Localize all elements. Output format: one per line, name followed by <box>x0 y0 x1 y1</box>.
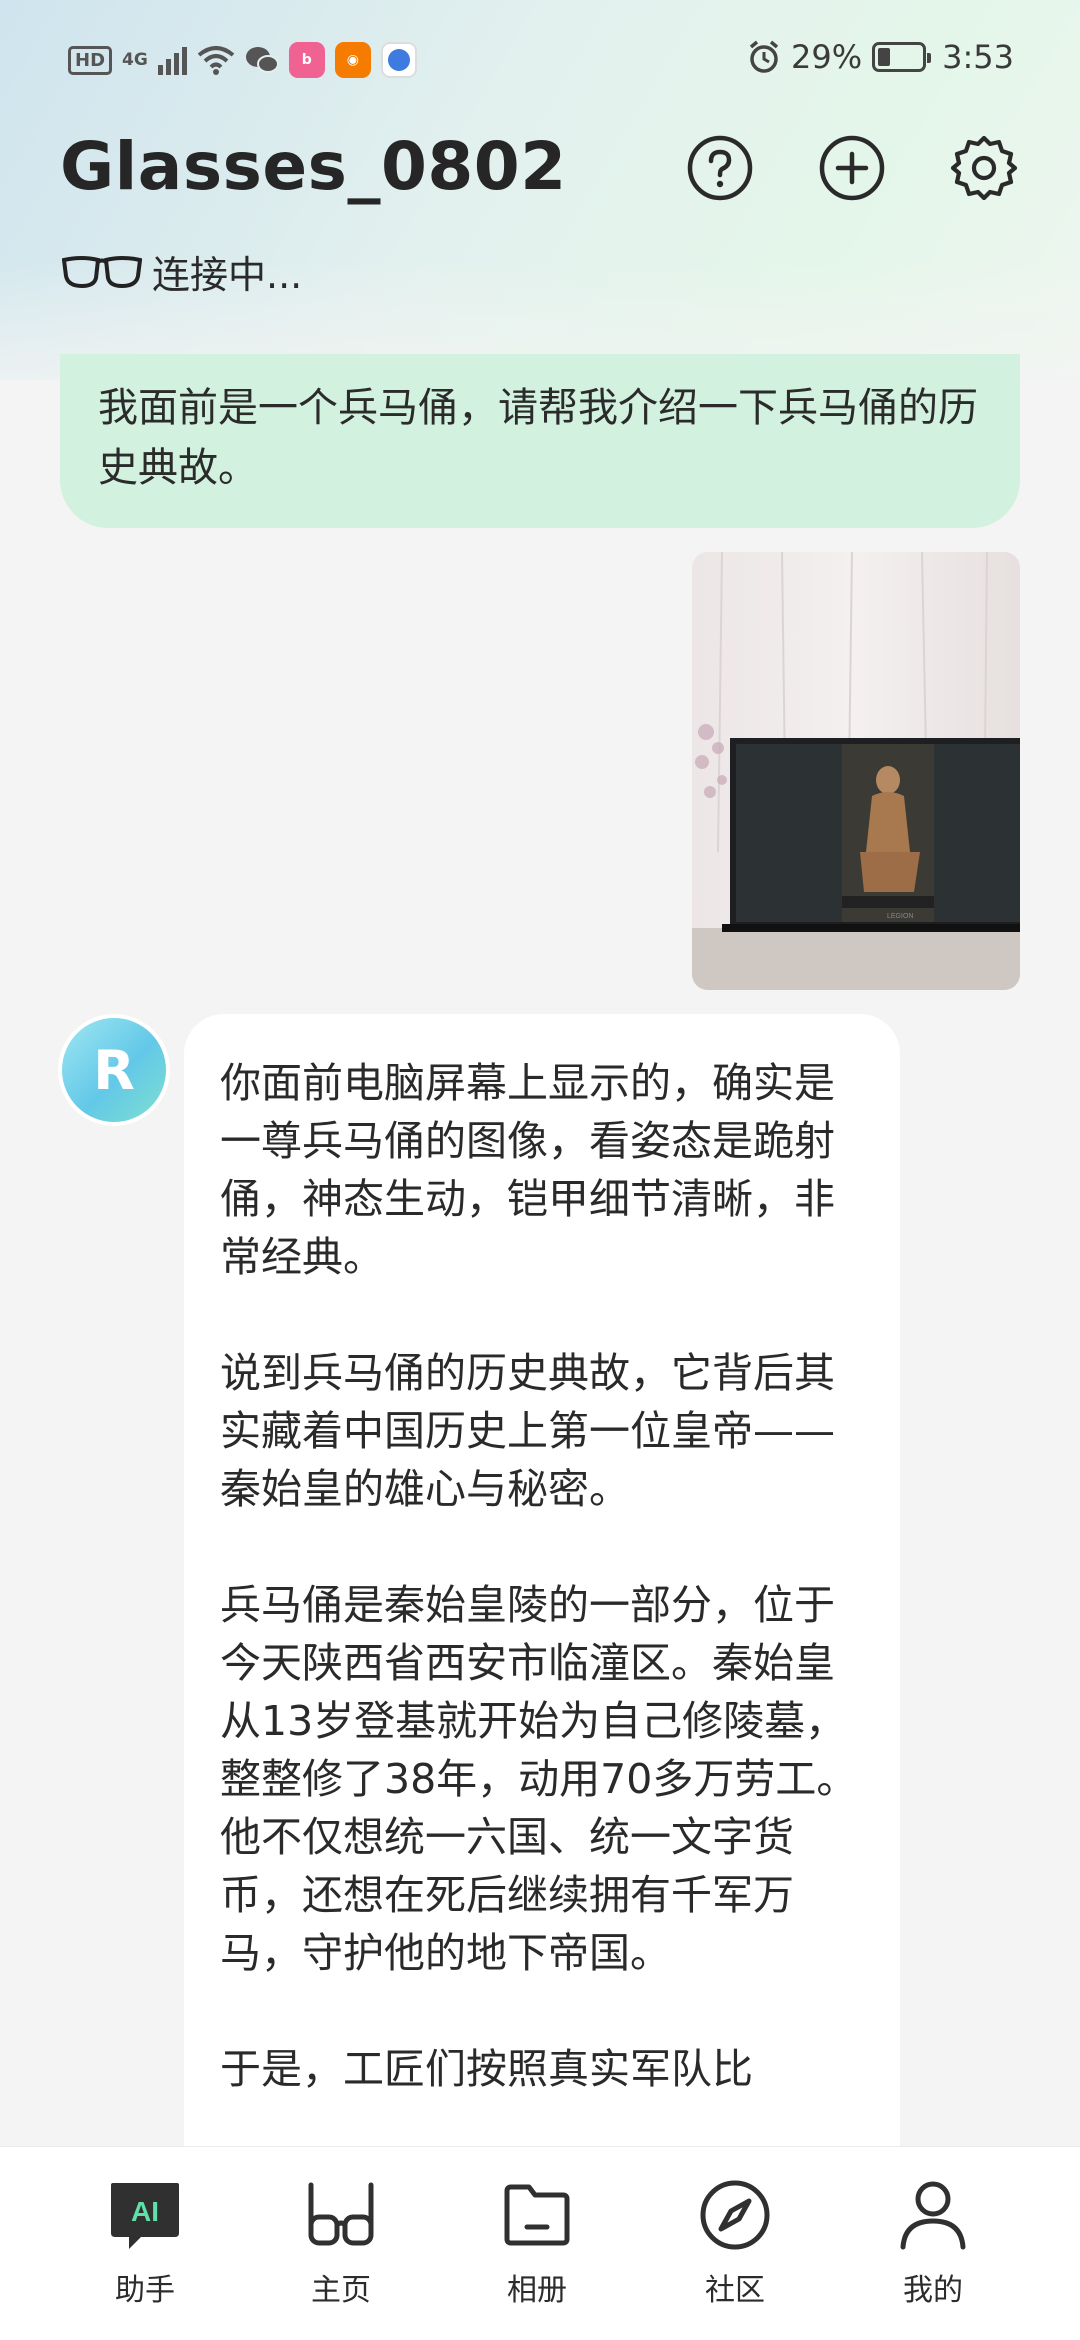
glasses-icon <box>62 255 142 288</box>
hd-icon: HD <box>68 45 113 75</box>
nav-label: 我的 <box>903 2273 963 2308</box>
add-icon[interactable] <box>818 134 886 202</box>
assistant-paragraph: 说到兵马俑的历史典故，它背后其实藏着中国历史上第一位皇帝——秦始皇的雄心与秘密。 <box>220 1349 835 1513</box>
nav-label: 社区 <box>705 2273 765 2308</box>
alarm-icon <box>749 40 779 73</box>
attached-photo[interactable]: LEGION <box>692 552 1020 990</box>
status-bar: HD 4G b ◉ 29% 3:53 <box>0 0 1080 120</box>
bottom-nav: AI 助手 主页 相册 社区 我的 <box>0 2146 1080 2340</box>
photo-illustration: LEGION <box>692 552 1020 990</box>
signal-icon <box>157 45 187 75</box>
nav-item-profile[interactable]: 我的 <box>868 2177 998 2309</box>
help-icon[interactable] <box>686 134 754 202</box>
folder-icon <box>504 2184 570 2246</box>
browser-app-icon <box>380 42 417 78</box>
compass-icon <box>700 2180 770 2250</box>
ai-badge-text: AI <box>131 2196 159 2227</box>
nav-item-home[interactable]: 主页 <box>276 2177 406 2309</box>
wechat-icon <box>245 47 279 73</box>
user-message-bubble[interactable]: 我面前是一个兵马俑，请帮我介绍一下兵马俑的历史典故。 <box>60 354 1020 528</box>
settings-gear-icon[interactable] <box>950 134 1018 202</box>
assistant-message-bubble[interactable]: 你面前电脑屏幕上显示的，确实是一尊兵马俑的图像，看姿态是跪射俑，神态生动，铠甲细… <box>184 1014 900 2154</box>
nav-label: 助手 <box>115 2273 175 2308</box>
avatar-letter: R <box>93 1038 135 1102</box>
assistant-avatar: R <box>62 1018 166 1122</box>
connection-status-text: 连接中... <box>152 253 303 297</box>
nav-item-album[interactable]: 相册 <box>472 2177 602 2309</box>
svg-text:LEGION: LEGION <box>887 913 913 920</box>
battery-icon <box>872 42 932 72</box>
user-message-text: 我面前是一个兵马俑，请帮我介绍一下兵马俑的历史典故。 <box>98 385 978 491</box>
network-type: 4G <box>122 50 148 70</box>
status-left: HD 4G b ◉ <box>68 42 417 78</box>
nav-label: 相册 <box>507 2273 567 2308</box>
clock: 3:53 <box>942 38 1014 76</box>
person-icon <box>900 2181 966 2250</box>
wifi-icon <box>197 46 235 75</box>
taobao-app-icon: ◉ <box>334 42 371 78</box>
ai-assistant-icon: AI <box>111 2183 179 2249</box>
bilibili-app-icon: b <box>288 42 325 78</box>
nav-label: 主页 <box>311 2273 371 2308</box>
assistant-paragraph: 于是，工匠们按照真实军队比 <box>220 2045 753 2093</box>
status-right: 29% 3:53 <box>747 38 1014 76</box>
battery-level <box>878 48 891 66</box>
connection-status: 连接中... <box>62 244 302 299</box>
assistant-paragraph: 兵马俑是秦始皇陵的一部分，位于今天陕西省西安市临潼区。秦始皇从13岁登基就开始为… <box>220 1581 858 1977</box>
nav-item-assistant[interactable]: AI 助手 <box>80 2177 210 2309</box>
page-title: Glasses_0802 <box>60 128 567 205</box>
glasses-icon <box>308 2182 374 2246</box>
nav-item-community[interactable]: 社区 <box>670 2177 800 2309</box>
battery-percent: 29% <box>791 38 863 76</box>
assistant-paragraph: 你面前电脑屏幕上显示的，确实是一尊兵马俑的图像，看姿态是跪射俑，神态生动，铠甲细… <box>220 1059 835 1281</box>
